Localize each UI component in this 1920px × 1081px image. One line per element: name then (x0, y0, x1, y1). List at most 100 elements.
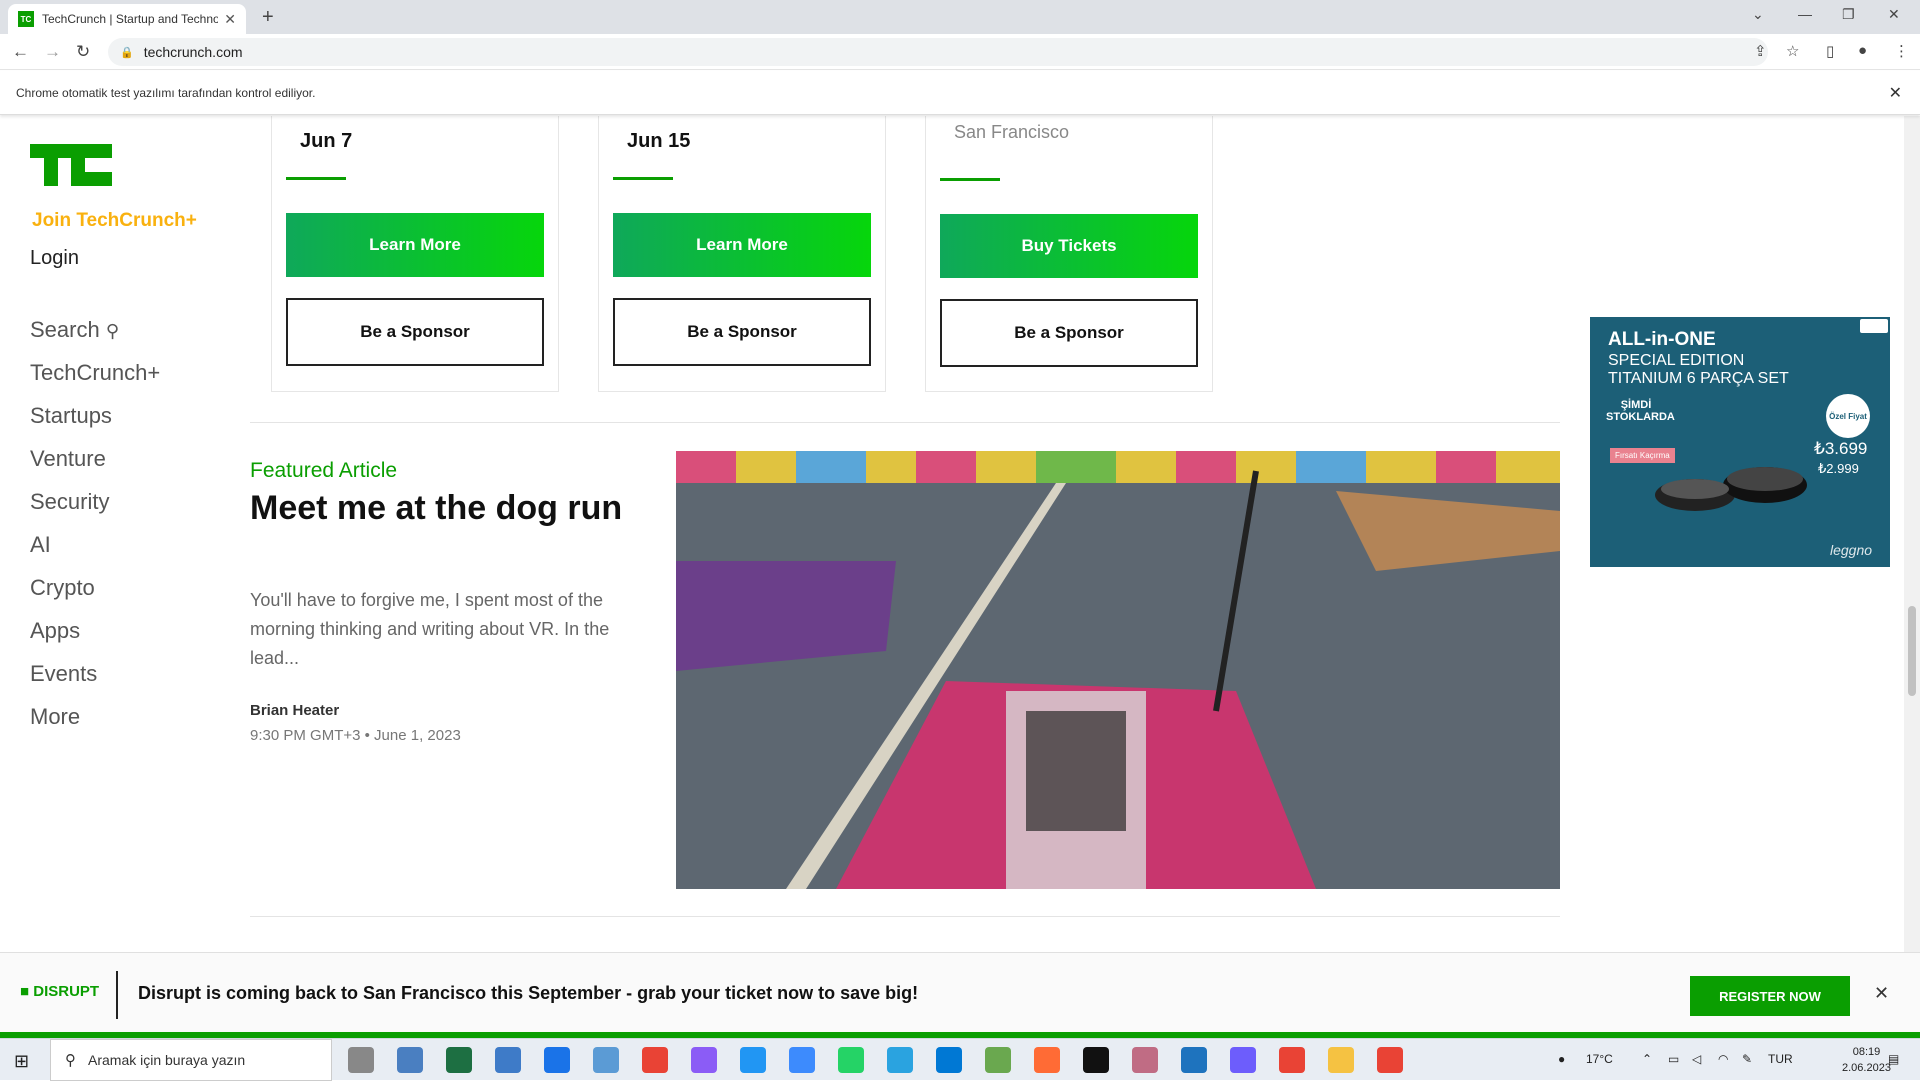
page-scrollbar[interactable] (1904, 116, 1920, 952)
disrupt-logo: ■ DISRUPT (20, 983, 100, 1000)
telegram-icon[interactable] (887, 1047, 913, 1073)
featured-label: Featured Article (250, 459, 398, 482)
sidebar-item-crypto[interactable]: Crypto (30, 573, 160, 616)
event-card: Jun 7 Learn More Be a Sponsor (271, 116, 559, 392)
browser-tab[interactable]: TC TechCrunch | Startup and Technology N… (8, 4, 246, 34)
pen-icon[interactable]: ✎ (1742, 1052, 1752, 1066)
ad-subline: TITANIUM 6 PARÇA SET (1608, 370, 1789, 387)
tab-search-icon[interactable]: ⌄ (1752, 6, 1764, 23)
app-icon[interactable] (1132, 1047, 1158, 1073)
search-icon: ⚲ (65, 1052, 76, 1069)
taskbar-clock[interactable]: 08:19 2.06.2023 (1842, 1044, 1891, 1076)
close-infobar-icon[interactable]: ✕ (1889, 83, 1902, 103)
taskbar-search-box[interactable]: ⚲ Aramak için buraya yazın (50, 1039, 332, 1081)
back-icon[interactable]: ← (12, 42, 29, 62)
be-a-sponsor-button[interactable]: Be a Sponsor (613, 298, 871, 366)
advertisement[interactable]: ALL-in-ONE SPECIAL EDITION TITANIUM 6 PA… (1590, 317, 1890, 567)
restore-icon[interactable]: ❐ (1842, 6, 1855, 23)
techcrunch-favicon-icon: TC (18, 11, 34, 27)
sidebar-item-label: Venture (30, 446, 106, 471)
close-window-icon[interactable]: ✕ (1888, 6, 1900, 23)
postman-icon[interactable] (1034, 1047, 1060, 1073)
buy-tickets-button[interactable]: Buy Tickets (940, 214, 1198, 278)
volume-icon[interactable]: ◁ (1692, 1052, 1701, 1066)
lock-icon[interactable]: 🔒 (120, 46, 134, 59)
login-link[interactable]: Login (30, 247, 79, 270)
featured-author[interactable]: Brian Heater (250, 702, 339, 719)
battery-icon[interactable]: ▭ (1668, 1052, 1679, 1066)
tray-chevron-icon[interactable]: ⌃ (1642, 1052, 1652, 1066)
taskbar-search-placeholder: Aramak için buraya yazın (88, 1052, 246, 1068)
maps-icon[interactable] (544, 1047, 570, 1073)
featured-image[interactable] (676, 451, 1560, 889)
weather-temp[interactable]: 17°C (1586, 1052, 1613, 1066)
forward-icon[interactable]: → (44, 42, 61, 62)
close-tab-icon[interactable]: ✕ (224, 11, 236, 28)
sidebar-item-startups[interactable]: Startups (30, 401, 160, 444)
language-indicator[interactable]: TUR (1768, 1052, 1793, 1066)
app-icon[interactable] (593, 1047, 619, 1073)
sidebar-item-label: Events (30, 661, 98, 686)
sidebar-item-search[interactable]: Search ⚲ (30, 315, 160, 358)
learn-more-button[interactable]: Learn More (613, 213, 871, 277)
app-icon[interactable] (691, 1047, 717, 1073)
be-a-sponsor-button[interactable]: Be a Sponsor (940, 299, 1198, 367)
adchoices-icon[interactable] (1860, 319, 1888, 333)
close-banner-icon[interactable]: ✕ (1874, 983, 1889, 1004)
zoom-icon[interactable] (789, 1047, 815, 1073)
sidebar-item-events[interactable]: Events (30, 659, 160, 702)
chrome-icon[interactable] (642, 1047, 668, 1073)
intellij-icon[interactable] (1083, 1047, 1109, 1073)
vscode-icon[interactable] (936, 1047, 962, 1073)
sidebar-item-venture[interactable]: Venture (30, 444, 160, 487)
file-explorer-icon[interactable] (1328, 1047, 1354, 1073)
menu-kebab-icon[interactable]: ⋮ (1894, 42, 1909, 60)
bookmark-star-icon[interactable]: ☆ (1786, 42, 1799, 60)
featured-date: 9:30 PM GMT+3 • June 1, 2023 (250, 727, 461, 744)
sidebar-item-more[interactable]: More (30, 702, 160, 745)
techcrunch-logo[interactable] (30, 144, 112, 191)
sidebar-item-security[interactable]: Security (30, 487, 160, 530)
app-icon[interactable] (495, 1047, 521, 1073)
share-icon[interactable]: ⇪ (1754, 42, 1767, 60)
disrupt-logo-text: DISRUPT (33, 983, 100, 1000)
ad-badge: Özel Fiyat (1826, 394, 1870, 438)
chrome-icon[interactable] (1279, 1047, 1305, 1073)
word-icon[interactable] (1181, 1047, 1207, 1073)
windows-start-icon[interactable]: ⊞ (14, 1051, 29, 1072)
scrollbar-thumb[interactable] (1908, 606, 1916, 696)
ad-stock-text: ŞİMDİ STOKLARDA (1606, 399, 1675, 423)
address-bar-row: ← → ↻ 🔒 techcrunch.com ⇪ ☆ ▯ ● ⋮ (0, 34, 1920, 70)
wifi-icon[interactable]: ◠ (1718, 1052, 1728, 1066)
side-panel-icon[interactable]: ▯ (1826, 42, 1834, 60)
featured-title[interactable]: Meet me at the dog run (250, 489, 640, 527)
app-icon[interactable] (397, 1047, 423, 1073)
app-icon[interactable] (740, 1047, 766, 1073)
sidebar-item-label: TechCrunch+ (30, 360, 161, 385)
new-tab-icon[interactable]: + (262, 6, 274, 29)
register-now-button[interactable]: REGISTER NOW (1690, 976, 1850, 1016)
excel-icon[interactable] (446, 1047, 472, 1073)
app-icon[interactable] (1230, 1047, 1256, 1073)
section-divider (250, 916, 1560, 917)
minimize-icon[interactable]: — (1798, 6, 1812, 22)
sidebar-item-ai[interactable]: AI (30, 530, 160, 573)
whatsapp-icon[interactable] (838, 1047, 864, 1073)
url-field[interactable]: 🔒 techcrunch.com (108, 38, 1768, 66)
be-a-sponsor-button[interactable]: Be a Sponsor (286, 298, 544, 366)
sidebar-item-label: More (30, 704, 81, 729)
reload-icon[interactable]: ↻ (76, 42, 90, 62)
join-techcrunch-plus-link[interactable]: Join TechCrunch+ (32, 210, 197, 232)
sidebar-item-label: Apps (30, 618, 81, 643)
weather-icon[interactable]: ● (1558, 1052, 1565, 1066)
sidebar-item-techcrunch-plus[interactable]: TechCrunch+ (30, 358, 160, 401)
learn-more-button[interactable]: Learn More (286, 213, 544, 277)
task-view-icon[interactable] (348, 1047, 374, 1073)
sidebar-item-apps[interactable]: Apps (30, 616, 160, 659)
section-divider (250, 422, 1560, 423)
profile-icon[interactable]: ● (1858, 42, 1867, 59)
chrome-icon[interactable] (1377, 1047, 1403, 1073)
event-location: San Francisco (954, 122, 1070, 142)
app-icon[interactable] (985, 1047, 1011, 1073)
notifications-icon[interactable]: ▤ (1888, 1052, 1899, 1066)
